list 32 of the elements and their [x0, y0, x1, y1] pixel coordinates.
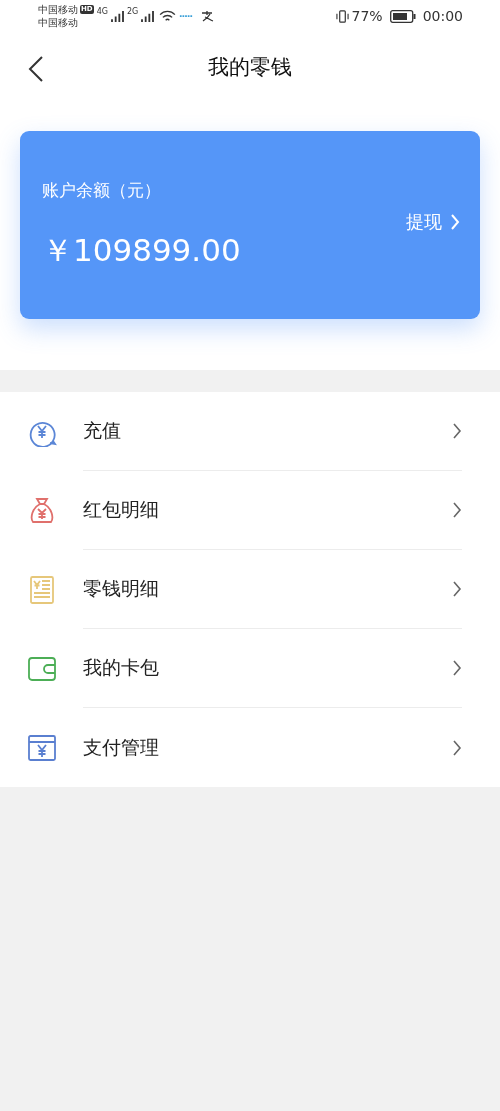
menu-item[interactable]: 红包明细 [0, 471, 500, 550]
signal-icon [110, 10, 124, 22]
battery-icon [389, 9, 416, 23]
menu-item-label: 我的卡包 [83, 655, 159, 680]
back-icon[interactable] [28, 55, 44, 83]
menu-item-label: 支付管理 [83, 734, 159, 760]
chevron-right-icon [452, 580, 462, 598]
menu-item-label: 零钱明细 [83, 576, 159, 601]
app-notification-icon [179, 13, 194, 19]
menu-item[interactable]: 我的卡包 [0, 629, 500, 708]
menu-item-label: 充值 [83, 418, 121, 443]
chevron-right-icon [452, 659, 462, 677]
balance-amount: ￥109899.00 [42, 230, 241, 270]
menu-item[interactable]: 充值 [0, 392, 500, 471]
chevron-right-icon [452, 501, 462, 519]
network-label: 2G [126, 7, 139, 16]
balance-label: 账户余额（元） [42, 178, 162, 202]
signal-icon [141, 10, 155, 22]
network-label: 4G [96, 7, 108, 16]
chevron-right-icon [452, 738, 462, 757]
menu-item[interactable]: 零钱明细 [0, 550, 500, 629]
page-title: 我的零钱 [208, 54, 292, 81]
wifi-icon [159, 10, 177, 22]
menu-item-label: 红包明细 [83, 497, 159, 522]
chevron-right-icon [452, 422, 462, 440]
carrier-name: 中国移动 [38, 16, 79, 29]
battery-percent: 77% [351, 8, 383, 24]
chevron-right-icon [450, 213, 460, 231]
menu-item[interactable]: 支付管理 [0, 708, 500, 787]
clock: 00:00 [422, 8, 463, 24]
vibrate-icon [335, 9, 349, 23]
carrier-name: 中国移动 [38, 3, 78, 16]
